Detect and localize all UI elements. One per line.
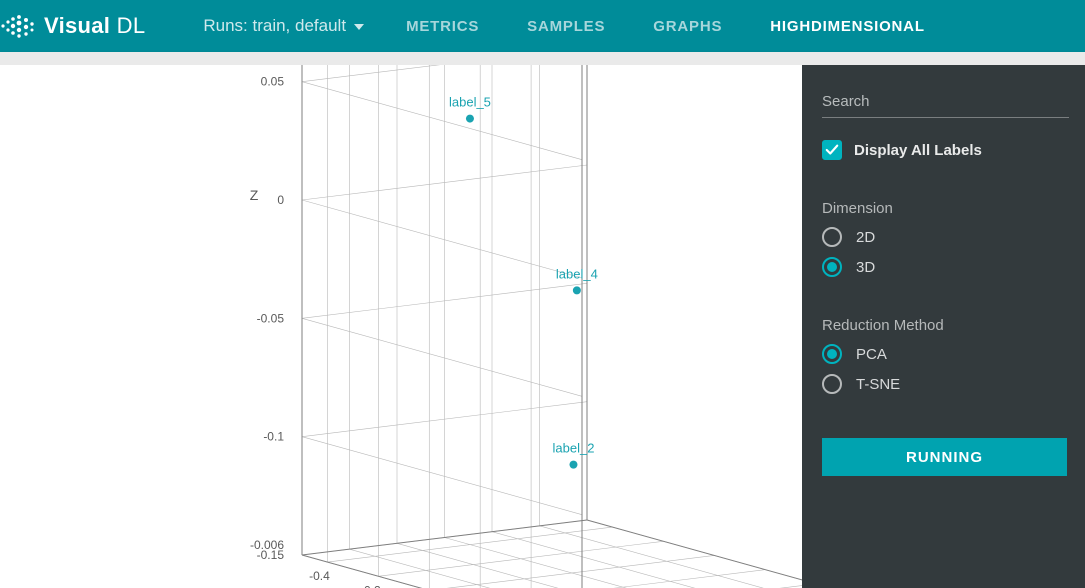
svg-text:-0.4: -0.4: [309, 569, 330, 583]
radio-icon: [822, 374, 842, 394]
search-field-wrap: [822, 93, 1069, 118]
svg-text:-0.2: -0.2: [360, 583, 381, 588]
runs-label: Runs: train, default: [203, 16, 346, 36]
svg-text:label_2: label_2: [553, 441, 595, 456]
svg-text:Z: Z: [250, 187, 259, 203]
checkbox-checked-icon: [822, 140, 842, 160]
svg-text:0: 0: [277, 193, 284, 207]
svg-text:0.05: 0.05: [261, 75, 285, 89]
tab-highdimensional[interactable]: HIGHDIMENSIONAL: [770, 18, 925, 35]
radio-pca[interactable]: PCA: [822, 344, 1075, 364]
brand-name-thin: DL: [110, 13, 145, 38]
dimension-section-title: Dimension: [822, 200, 1075, 217]
svg-text:-0.006: -0.006: [250, 538, 284, 552]
svg-text:-0.05: -0.05: [257, 311, 285, 325]
nav-tabs: METRICS SAMPLES GRAPHS HIGHDIMENSIONAL: [406, 18, 925, 35]
radio-tsne[interactable]: T-SNE: [822, 374, 1075, 394]
logo-dots-icon: [0, 12, 38, 40]
tab-graphs[interactable]: GRAPHS: [653, 18, 722, 35]
sidebar: Display All Labels Dimension 2D 3D Reduc…: [802, 65, 1085, 588]
runs-dropdown[interactable]: Runs: train, default: [203, 16, 364, 36]
scatter-3d-plot: -0.15-0.1-0.0500.050.10.15-0.006-0.4-0.2…: [0, 65, 802, 588]
running-button-label: RUNNING: [906, 449, 983, 466]
radio-icon: [822, 344, 842, 364]
brand-logo: Visual DL: [0, 12, 145, 40]
radio-icon: [822, 257, 842, 277]
brand-name-bold: Visual: [44, 13, 110, 38]
radio-3d-label: 3D: [856, 259, 875, 276]
radio-3d[interactable]: 3D: [822, 257, 1075, 277]
search-input[interactable]: [822, 93, 1069, 110]
svg-text:label_5: label_5: [449, 95, 491, 110]
brand-name: Visual DL: [44, 13, 145, 39]
display-all-labels-text: Display All Labels: [854, 142, 982, 159]
display-all-labels-toggle[interactable]: Display All Labels: [822, 140, 1075, 160]
radio-2d-label: 2D: [856, 229, 875, 246]
chevron-down-icon: [354, 24, 364, 30]
reduction-section-title: Reduction Method: [822, 317, 1075, 334]
radio-icon: [822, 227, 842, 247]
svg-text:label_4: label_4: [556, 266, 598, 281]
tab-metrics[interactable]: METRICS: [406, 18, 479, 35]
radio-2d[interactable]: 2D: [822, 227, 1075, 247]
sub-toolbar-strip: [0, 52, 1085, 65]
radio-pca-label: PCA: [856, 346, 887, 363]
tab-samples[interactable]: SAMPLES: [527, 18, 605, 35]
running-button[interactable]: RUNNING: [822, 438, 1067, 476]
top-navbar: Visual DL Runs: train, default METRICS S…: [0, 0, 1085, 52]
radio-tsne-label: T-SNE: [856, 376, 900, 393]
svg-text:-0.1: -0.1: [263, 430, 284, 444]
plot-canvas[interactable]: -0.15-0.1-0.0500.050.10.15-0.006-0.4-0.2…: [0, 65, 802, 588]
